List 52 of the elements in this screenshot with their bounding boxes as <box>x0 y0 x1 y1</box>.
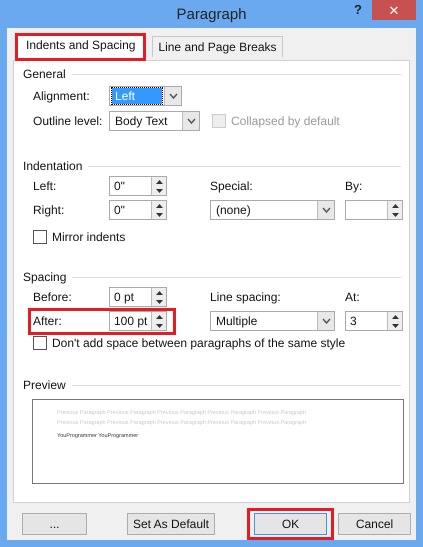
checkbox-label: Collapsed by default <box>231 114 340 128</box>
chevron-icon <box>186 118 196 124</box>
before-spinner[interactable]: 0 pt <box>109 287 167 307</box>
field-label: Before: <box>33 290 73 304</box>
field-label: Line spacing: <box>210 290 282 304</box>
right-indent-spinner[interactable]: 0" <box>109 200 167 220</box>
field-label: Right: <box>33 203 66 217</box>
checkbox-label: Don't add space between paragraphs of the same style <box>52 336 346 350</box>
close-button[interactable]: ✕ <box>372 0 416 20</box>
by-spinner[interactable] <box>345 200 403 220</box>
down-arrow-icon[interactable] <box>156 324 162 328</box>
field-label: By: <box>345 179 364 193</box>
field-label: After: <box>33 314 63 328</box>
help-button[interactable]: ? <box>350 2 366 17</box>
dialog-button[interactable]: OK <box>254 513 327 535</box>
checkbox[interactable] <box>33 336 47 350</box>
line-spacing-dropdown[interactable]: Multiple <box>210 311 335 331</box>
tab[interactable]: Line and Page Breaks <box>152 36 283 57</box>
field-label: Left: <box>33 179 58 193</box>
outline-level-dropdown[interactable]: Body Text <box>109 110 200 130</box>
up-arrow-icon[interactable] <box>156 290 162 294</box>
dialog-button[interactable]: Cancel <box>338 513 411 535</box>
down-arrow-icon[interactable] <box>392 212 398 216</box>
down-arrow-icon[interactable] <box>156 212 162 216</box>
field-label: Outline level: <box>33 114 104 128</box>
down-arrow-icon[interactable] <box>392 324 398 328</box>
chevron-icon <box>322 318 330 324</box>
checkbox-label: Mirror indents <box>52 230 126 244</box>
up-arrow-icon[interactable] <box>156 204 162 208</box>
left-indent-spinner[interactable]: 0" <box>109 176 167 196</box>
special-dropdown[interactable]: (none) <box>210 200 335 220</box>
field-label: Special: <box>210 179 254 193</box>
section-heading: General <box>23 67 66 81</box>
section-heading: Indentation <box>23 159 82 173</box>
section-heading: Preview <box>23 378 66 392</box>
chevron-icon <box>168 92 178 98</box>
window-title: Paragraph <box>176 6 247 22</box>
up-arrow-icon[interactable] <box>392 314 398 318</box>
section-heading: Spacing <box>23 270 66 284</box>
dialog-button[interactable]: Set As Default <box>127 513 215 535</box>
down-arrow-icon[interactable] <box>156 300 162 304</box>
down-arrow-icon[interactable] <box>156 188 162 192</box>
at-spinner[interactable]: 3 <box>345 311 403 331</box>
chevron-icon <box>322 207 330 213</box>
dialog-button[interactable]: ... <box>22 513 87 535</box>
up-arrow-icon[interactable] <box>156 314 162 318</box>
field-label: At: <box>345 290 361 304</box>
field-label: Alignment: <box>33 88 91 102</box>
checkbox[interactable] <box>33 230 47 244</box>
up-arrow-icon[interactable] <box>156 180 162 184</box>
after-spinner[interactable]: 100 pt <box>109 311 167 331</box>
up-arrow-icon[interactable] <box>392 204 398 208</box>
